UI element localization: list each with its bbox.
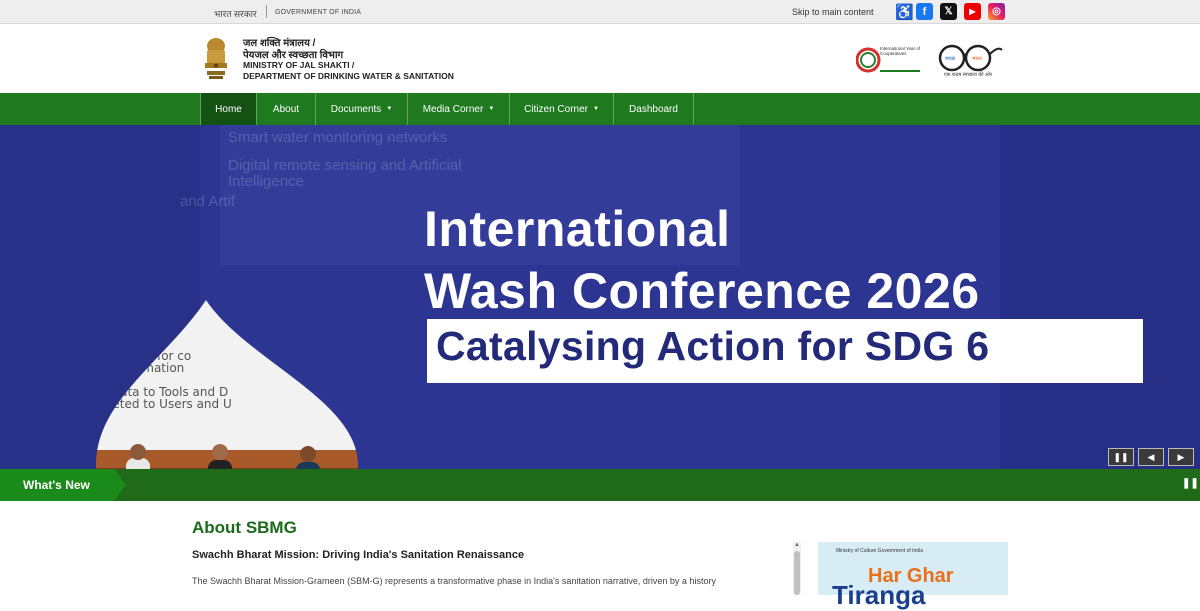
about-section-subtitle: Swachh Bharat Mission: Driving India's S…: [192, 549, 525, 561]
photo-slide-text: a to information: [96, 361, 184, 375]
photo-slide-text: and Artif: [96, 319, 141, 333]
nav-item-citizen-corner[interactable]: Citizen Corner ▼: [510, 93, 614, 125]
nav-item-dashboard[interactable]: Dashboard: [614, 93, 694, 125]
photo-slide-text: targeted to Users and U: [96, 397, 232, 411]
about-section-title: About SBMG: [192, 518, 297, 537]
svg-text:भारत: भारत: [972, 56, 982, 62]
skip-to-main-link[interactable]: Skip to main content: [792, 7, 874, 17]
background-slide-text: Digital remote sensing and Artificial: [228, 157, 462, 174]
department-name-hindi: पेयजल और स्वच्छता विभाग: [243, 50, 344, 61]
nav-label: Home: [215, 103, 242, 115]
government-hindi-label: भारत सरकार: [214, 9, 257, 19]
conference-photo-drop: and Artif al capacity for co a to inform…: [96, 300, 358, 470]
carousel-pause-button[interactable]: ❚❚: [1108, 448, 1134, 466]
nav-label: Documents: [330, 103, 382, 115]
site-header: जल शक्ति मंत्रालय / पेयजल और स्वच्छता वि…: [0, 25, 1200, 93]
divider: [266, 5, 267, 18]
chevron-down-icon: ▼: [386, 106, 393, 112]
whats-new-label: What's New: [0, 469, 126, 501]
nav-item-about[interactable]: About: [257, 93, 316, 125]
poster-ministry-label: Ministry of Culture Government of India: [836, 548, 923, 554]
chevron-down-icon: ▼: [488, 106, 495, 112]
government-english-label: GOVERNMENT OF INDIA: [275, 9, 362, 16]
whats-new-ticker: What's New ❚❚: [0, 469, 1200, 501]
nav-label: Media Corner: [422, 103, 484, 115]
nav-label: About: [272, 103, 300, 115]
banner-title-line2: Wash Conference 2026: [424, 263, 980, 319]
swachh-bharat-tagline: एक कदम स्वच्छता की ओर: [943, 72, 993, 78]
scrollbar-thumb[interactable]: [794, 551, 800, 595]
chevron-down-icon: ▼: [592, 106, 599, 112]
hero-carousel-slide[interactable]: Smart water monitoring networks Digital …: [0, 125, 1200, 470]
nav-label: Dashboard: [629, 103, 678, 115]
ticker-pause-button[interactable]: ❚❚: [1182, 478, 1199, 492]
nav-item-home[interactable]: Home: [200, 93, 257, 125]
background-slide-text: and Artif: [180, 193, 236, 210]
banner-title-line1: International: [424, 201, 731, 257]
main-navigation: Home About Documents ▼ Media Corner ▼ Ci…: [0, 93, 1200, 125]
carousel-prev-button[interactable]: ◀: [1138, 448, 1164, 466]
state-emblem-icon[interactable]: [200, 36, 232, 82]
nav-item-documents[interactable]: Documents ▼: [316, 93, 408, 125]
scroll-up-icon[interactable]: ▲: [793, 542, 801, 550]
svg-text:स्वच्छ: स्वच्छ: [945, 56, 956, 62]
facebook-icon[interactable]: f: [916, 3, 933, 20]
x-twitter-icon[interactable]: 𝕏: [940, 3, 957, 20]
carousel-next-button[interactable]: ▶: [1168, 448, 1194, 466]
iyc-logo-text: International Year of Cooperatives: [880, 46, 921, 56]
youtube-icon[interactable]: ▶: [964, 3, 981, 20]
nav-label: Citizen Corner: [524, 103, 588, 115]
banner-subtitle: Catalysing Action for SDG 6: [436, 323, 990, 369]
department-name-english: DEPARTMENT OF DRINKING WATER & SANITATIO…: [243, 71, 454, 81]
poster-title-line2: Tiranga: [832, 580, 926, 610]
instagram-icon[interactable]: ◎: [988, 3, 1005, 20]
nav-item-media-corner[interactable]: Media Corner ▼: [408, 93, 510, 125]
ministry-name-english: MINISTRY OF JAL SHAKTI /: [243, 60, 355, 70]
background-slide-text: Intelligence: [228, 173, 304, 190]
about-section-body: The Swachh Bharat Mission-Grameen (SBM-G…: [192, 576, 716, 586]
background-slide-text: Smart water monitoring networks: [228, 129, 448, 146]
accessibility-icon[interactable]: ♿: [895, 3, 914, 21]
top-utility-bar: भारत सरकार GOVERNMENT OF INDIA Skip to m…: [0, 0, 1200, 24]
